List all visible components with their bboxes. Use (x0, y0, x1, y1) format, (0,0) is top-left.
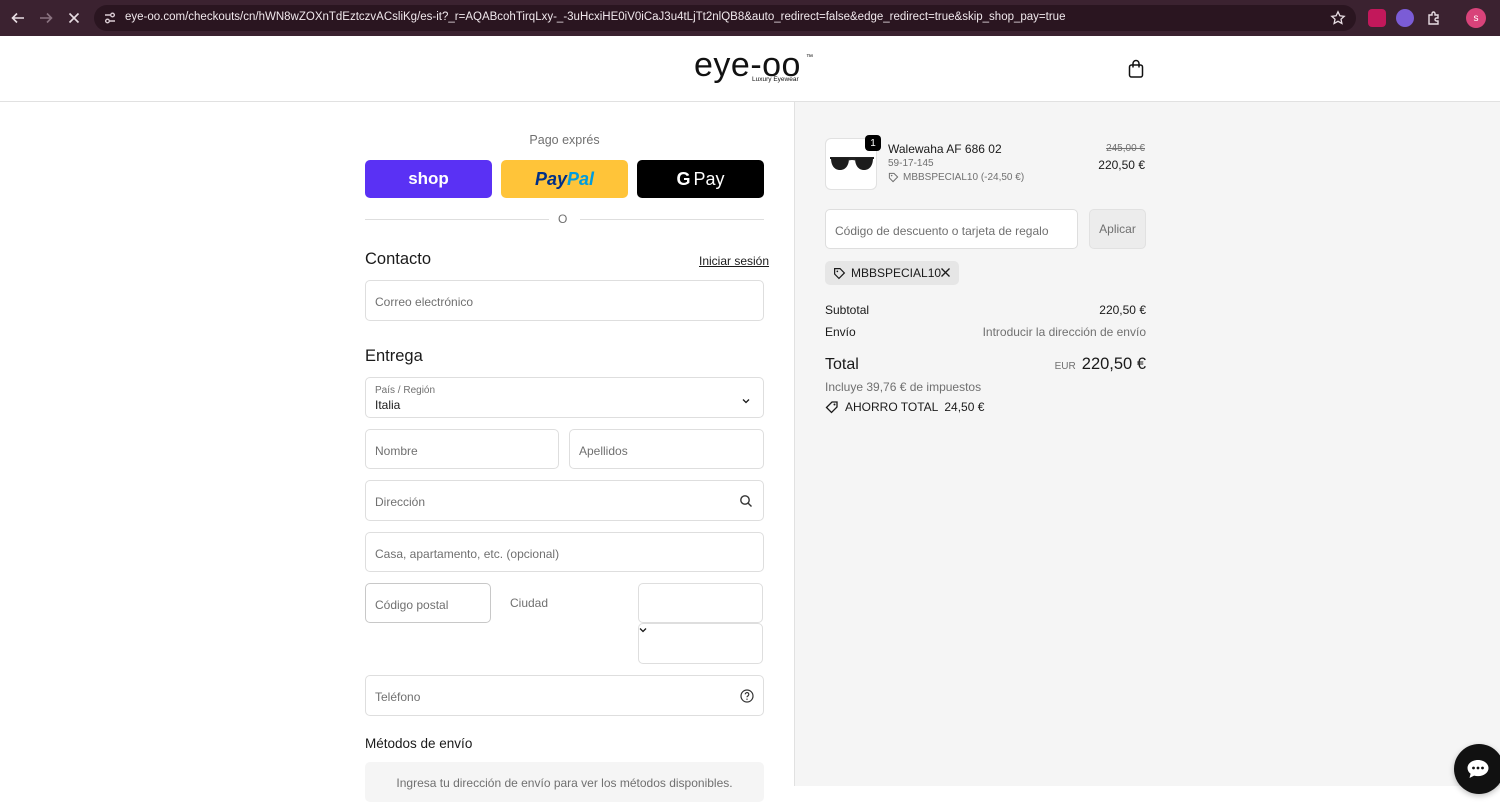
address-field[interactable]: Dirección (365, 480, 764, 521)
city-field[interactable]: Ciudad (510, 596, 548, 610)
savings-label: AHORRO TOTAL (845, 400, 939, 414)
email-placeholder: Correo electrónico (375, 295, 474, 309)
discount-code-field[interactable]: Código de descuento o tarjeta de regalo (825, 209, 1078, 249)
google-g-icon: G (676, 168, 691, 189)
or-separator: O (558, 212, 568, 226)
total-amount: EUR 220,50 € (1055, 355, 1146, 374)
last-name-field[interactable]: Apellidos (569, 429, 764, 469)
chat-button[interactable] (1454, 744, 1500, 794)
applied-discount-tag: MBBSPECIAL10 (825, 261, 959, 285)
divider (365, 219, 549, 220)
address-placeholder: Dirección (375, 495, 426, 509)
shipping-methods-heading: Métodos de envío (365, 736, 473, 751)
extension-icon[interactable] (1396, 9, 1414, 27)
product-name: Walewaha AF 686 02 (888, 142, 1002, 156)
total-label: Total (825, 356, 859, 373)
apartment-placeholder: Casa, apartamento, etc. (opcional) (375, 547, 560, 561)
product-variant: 59-17-145 (888, 158, 934, 169)
tax-note: Incluye 39,76 € de impuestos (825, 380, 982, 394)
product-discount-text: MBBSPECIAL10 (-24,50 €) (903, 172, 1025, 183)
help-circle-icon[interactable] (740, 689, 754, 703)
postal-code-placeholder: Código postal (375, 598, 449, 612)
paypal-button[interactable]: PayPal (501, 160, 628, 198)
tag-icon (888, 172, 899, 183)
sunglasses-image (830, 157, 874, 170)
shipping-methods-message: Ingresa tu dirección de envío para ver l… (396, 776, 733, 790)
shopping-bag-icon[interactable] (1126, 58, 1146, 80)
extensions-puzzle-icon[interactable] (1425, 9, 1443, 27)
forward-arrow-icon[interactable] (32, 4, 60, 32)
country-label: País / Región (375, 385, 436, 396)
url-text[interactable]: eye-oo.com/checkouts/cn/hWN8wZOXnTdEztcz… (125, 11, 1065, 23)
order-summary-panel (794, 102, 1500, 786)
google-pay-button[interactable]: G Pay (637, 160, 764, 198)
shop-pay-label: shop (408, 169, 449, 188)
site-settings-icon[interactable] (102, 10, 118, 26)
address-bar[interactable]: eye-oo.com/checkouts/cn/hWN8wZOXnTdEztcz… (94, 5, 1356, 31)
chat-bubble-icon (1466, 759, 1490, 779)
logo-trademark: ™ (806, 54, 813, 61)
product-price: 220,50 € (1098, 158, 1145, 172)
divider (580, 219, 764, 220)
postal-code-field[interactable]: Código postal (365, 583, 491, 623)
country-select[interactable]: País / Región Italia (365, 377, 764, 418)
paypal-logo: PayPal (534, 168, 595, 189)
product-discount: MBBSPECIAL10 (-24,50 €) (888, 172, 1024, 183)
apartment-field[interactable]: Casa, apartamento, etc. (opcional) (365, 532, 764, 572)
eye-oo-logo[interactable]: eye-oo ™ Luxury Eyewear (694, 48, 818, 88)
product-original-price: 245,00 € (1106, 143, 1145, 154)
profile-avatar[interactable]: s (1466, 8, 1486, 28)
quantity-badge: 1 (865, 135, 881, 151)
total-currency: EUR (1054, 361, 1076, 372)
tag-icon (834, 267, 846, 279)
province-select-dropdown[interactable] (638, 623, 763, 664)
logo-tagline: Luxury Eyewear (752, 76, 799, 83)
subtotal-label: Subtotal (825, 303, 870, 317)
search-icon (739, 494, 753, 508)
shipping-value: Introducir la dirección de envío (982, 325, 1146, 339)
stop-loading-icon[interactable] (60, 4, 88, 32)
province-select[interactable] (638, 583, 763, 623)
last-name-placeholder: Apellidos (579, 444, 628, 458)
total-savings: AHORRO TOTAL 24,50 € (825, 400, 984, 414)
site-header: eye-oo ™ Luxury Eyewear (0, 36, 1500, 102)
express-checkout-title: Pago exprés (529, 133, 600, 147)
apply-discount-button[interactable]: Aplicar (1089, 209, 1146, 249)
chevron-down-icon (638, 622, 648, 633)
total-value: 220,50 € (1081, 355, 1146, 373)
contact-heading: Contacto (365, 250, 432, 268)
phone-field[interactable]: Teléfono (365, 675, 764, 716)
shop-pay-button[interactable]: shop (365, 160, 492, 198)
savings-value: 24,50 € (944, 400, 985, 414)
google-pay-label: Pay (693, 168, 725, 189)
discount-code-placeholder: Código de descuento o tarjeta de regalo (835, 224, 1049, 238)
back-arrow-icon[interactable] (4, 4, 32, 32)
delivery-heading: Entrega (365, 347, 423, 365)
remove-discount-icon[interactable] (940, 267, 951, 278)
applied-discount-code: MBBSPECIAL10 (851, 266, 942, 280)
phone-placeholder: Teléfono (375, 690, 421, 704)
subtotal-value: 220,50 € (1099, 303, 1146, 317)
email-field[interactable]: Correo electrónico (365, 280, 764, 321)
first-name-field[interactable]: Nombre (365, 429, 559, 469)
login-link[interactable]: Iniciar sesión (699, 254, 769, 268)
shipping-methods-notice: Ingresa tu dirección de envío para ver l… (365, 762, 764, 802)
bookmark-star-icon[interactable] (1330, 10, 1346, 26)
chevron-down-icon (741, 393, 751, 404)
first-name-placeholder: Nombre (375, 444, 418, 458)
browser-toolbar: eye-oo.com/checkouts/cn/hWN8wZOXnTdEztcz… (0, 0, 1500, 36)
country-value: Italia (375, 398, 401, 412)
ublock-extension-icon[interactable] (1368, 9, 1386, 27)
shipping-label: Envío (825, 325, 856, 339)
savings-tag-icon (825, 401, 838, 414)
